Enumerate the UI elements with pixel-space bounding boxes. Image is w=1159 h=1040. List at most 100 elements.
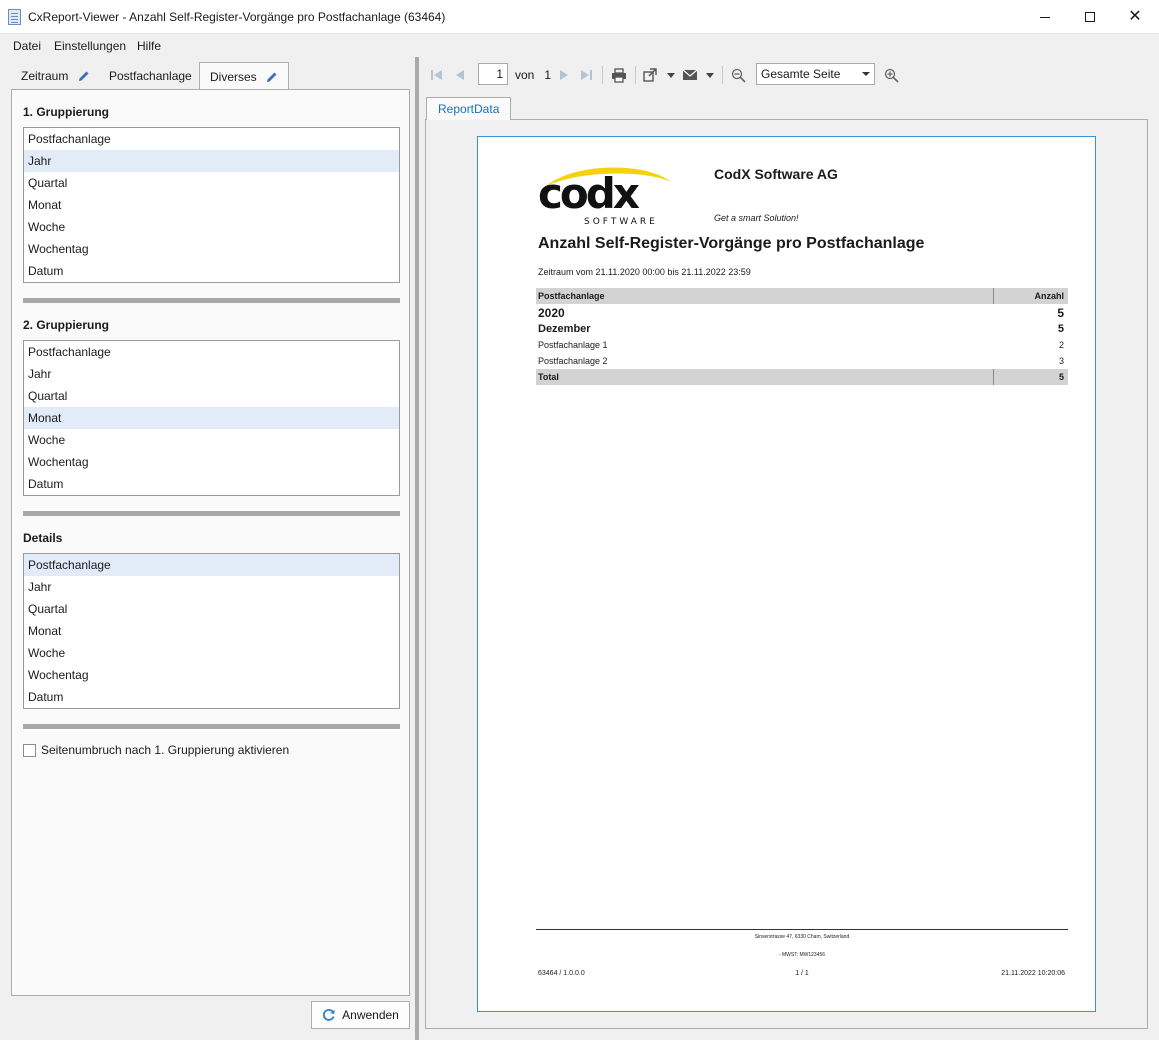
list-item[interactable]: Monat [24,407,399,429]
toolbar-separator [602,66,603,84]
group2-title: 2. Gruppierung [23,318,110,332]
header-anzahl: Anzahl [1034,291,1064,301]
tab-diverses[interactable]: Diverses [199,62,290,90]
menu-datei[interactable]: Datei [13,39,41,53]
maximize-icon [1085,12,1095,22]
list-item[interactable]: Quartal [24,385,399,407]
chevron-down-icon [862,72,870,76]
print-button[interactable] [611,67,627,83]
list-item[interactable]: Datum [24,686,399,708]
row-label: Total [538,372,559,382]
checkbox-box[interactable] [23,743,36,757]
group1-list[interactable]: Postfachanlage Jahr Quartal Monat Woche Woche… [23,127,400,283]
row-value: 2 [1058,340,1064,350]
list-item[interactable]: Jahr [24,363,399,385]
email-dropdown-button[interactable] [702,67,718,83]
row-label: Dezember [538,323,591,335]
footer-address: Sinserstrasse 47, 6330 Cham, Switzerland [754,934,850,940]
svg-text:codx: codx [538,169,640,218]
separator [23,724,400,729]
list-item[interactable]: Postfachanlage [24,554,399,576]
title-bar: CxReport-Viewer - Anzahl Self-Register-V… [0,0,1159,34]
zoom-value: Gesamte Seite [761,67,841,81]
list-item[interactable]: Postfachanlage [24,128,399,150]
table-row: Postfachanlage 2 3 [536,353,1068,369]
first-page-button[interactable] [429,67,445,83]
list-item[interactable]: Datum [24,260,399,282]
group2-list[interactable]: Postfachanlage Jahr Quartal Monat Woche Woche… [23,340,400,496]
tab-postfachanlage[interactable]: Postfachanlage [99,62,202,89]
row-value: 5 [1057,323,1064,335]
list-item[interactable]: Woche [24,642,399,664]
menu-hilfe[interactable]: Hilfe [137,39,161,53]
mail-icon [682,69,698,80]
details-title: Details [23,531,63,545]
footer-page-number: 1 / 1 [795,970,809,977]
list-item[interactable]: Quartal [24,598,399,620]
maximize-button[interactable] [1067,0,1113,34]
printer-icon [612,67,626,83]
list-item[interactable]: Monat [24,620,399,642]
tab-label: Zeitraum [21,69,69,83]
row-label: 2020 [538,306,565,320]
row-value: 5 [1057,306,1064,320]
email-button[interactable] [682,67,698,83]
list-item[interactable]: Woche [24,429,399,451]
menu-einstellungen[interactable]: Einstellungen [54,39,126,53]
pencil-icon [78,71,89,81]
previous-page-button[interactable] [452,67,468,83]
list-item[interactable]: Wochentag [24,451,399,473]
list-item[interactable]: Jahr [24,150,399,172]
checkbox-label: Seitenumbruch nach 1. Gruppierung aktivi… [41,743,290,757]
tab-zeitraum[interactable]: Zeitraum [11,62,100,89]
table-row: Postfachanlage 1 2 [536,337,1068,353]
footer-timestamp: 21.11.2022 10:20:06 [1001,970,1065,977]
list-item[interactable]: Monat [24,194,399,216]
minimize-button[interactable] [1022,0,1068,34]
menu-bar: Datei Einstellungen Hilfe [0,35,1159,57]
table-row: 2020 5 [536,304,1068,321]
panel-splitter[interactable] [415,57,419,1040]
list-item[interactable]: Jahr [24,576,399,598]
zoom-in-button[interactable] [883,67,899,83]
minimize-icon [1040,16,1050,18]
page-break-checkbox[interactable]: Seitenumbruch nach 1. Gruppierung aktivi… [23,743,289,757]
last-page-button[interactable] [578,67,594,83]
previous-page-icon [456,70,464,80]
chevron-down-icon [667,72,675,78]
list-item[interactable]: Datum [24,473,399,495]
company-name: CodX Software AG [714,166,838,182]
zoom-out-button[interactable] [730,67,746,83]
page-number-input[interactable]: 1 [478,63,508,85]
svg-text:SOFTWARE: SOFTWARE [584,217,658,226]
row-value: 3 [1058,356,1064,366]
close-icon: ✕ [1128,8,1142,25]
refresh-icon [323,1009,335,1021]
next-page-button[interactable] [556,67,572,83]
export-icon [643,68,657,82]
list-item[interactable]: Postfachanlage [24,341,399,363]
next-page-icon [560,70,568,80]
list-item[interactable]: Wochentag [24,664,399,686]
export-button[interactable] [643,67,659,83]
row-label: Postfachanlage 1 [538,340,608,350]
report-page: codx SOFTWARE CodX Software AG Get a sma… [477,136,1096,1012]
list-item[interactable]: Wochentag [24,238,399,260]
list-item[interactable]: Quartal [24,172,399,194]
apply-button[interactable]: Anwenden [311,1001,410,1029]
report-table: Postfachanlage Anzahl 2020 5 Dezember 5 … [536,288,1068,385]
group1-title: 1. Gruppierung [23,105,110,119]
list-item[interactable]: Woche [24,216,399,238]
close-button[interactable]: ✕ [1112,0,1158,34]
tab-reportdata[interactable]: ReportData [426,97,512,120]
company-slogan: Get a smart Solution! [714,213,799,223]
zoom-select[interactable]: Gesamte Seite [756,63,875,85]
row-value: 5 [1058,372,1064,382]
table-header: Postfachanlage Anzahl [536,288,1068,304]
page-total: 1 [544,68,552,82]
row-label: Postfachanlage 2 [538,356,608,366]
details-list[interactable]: Postfachanlage Jahr Quartal Monat Woche Woche… [23,553,400,709]
export-dropdown-button[interactable] [663,67,679,83]
last-page-icon [581,70,592,80]
table-total-row: Total 5 [536,369,1068,385]
